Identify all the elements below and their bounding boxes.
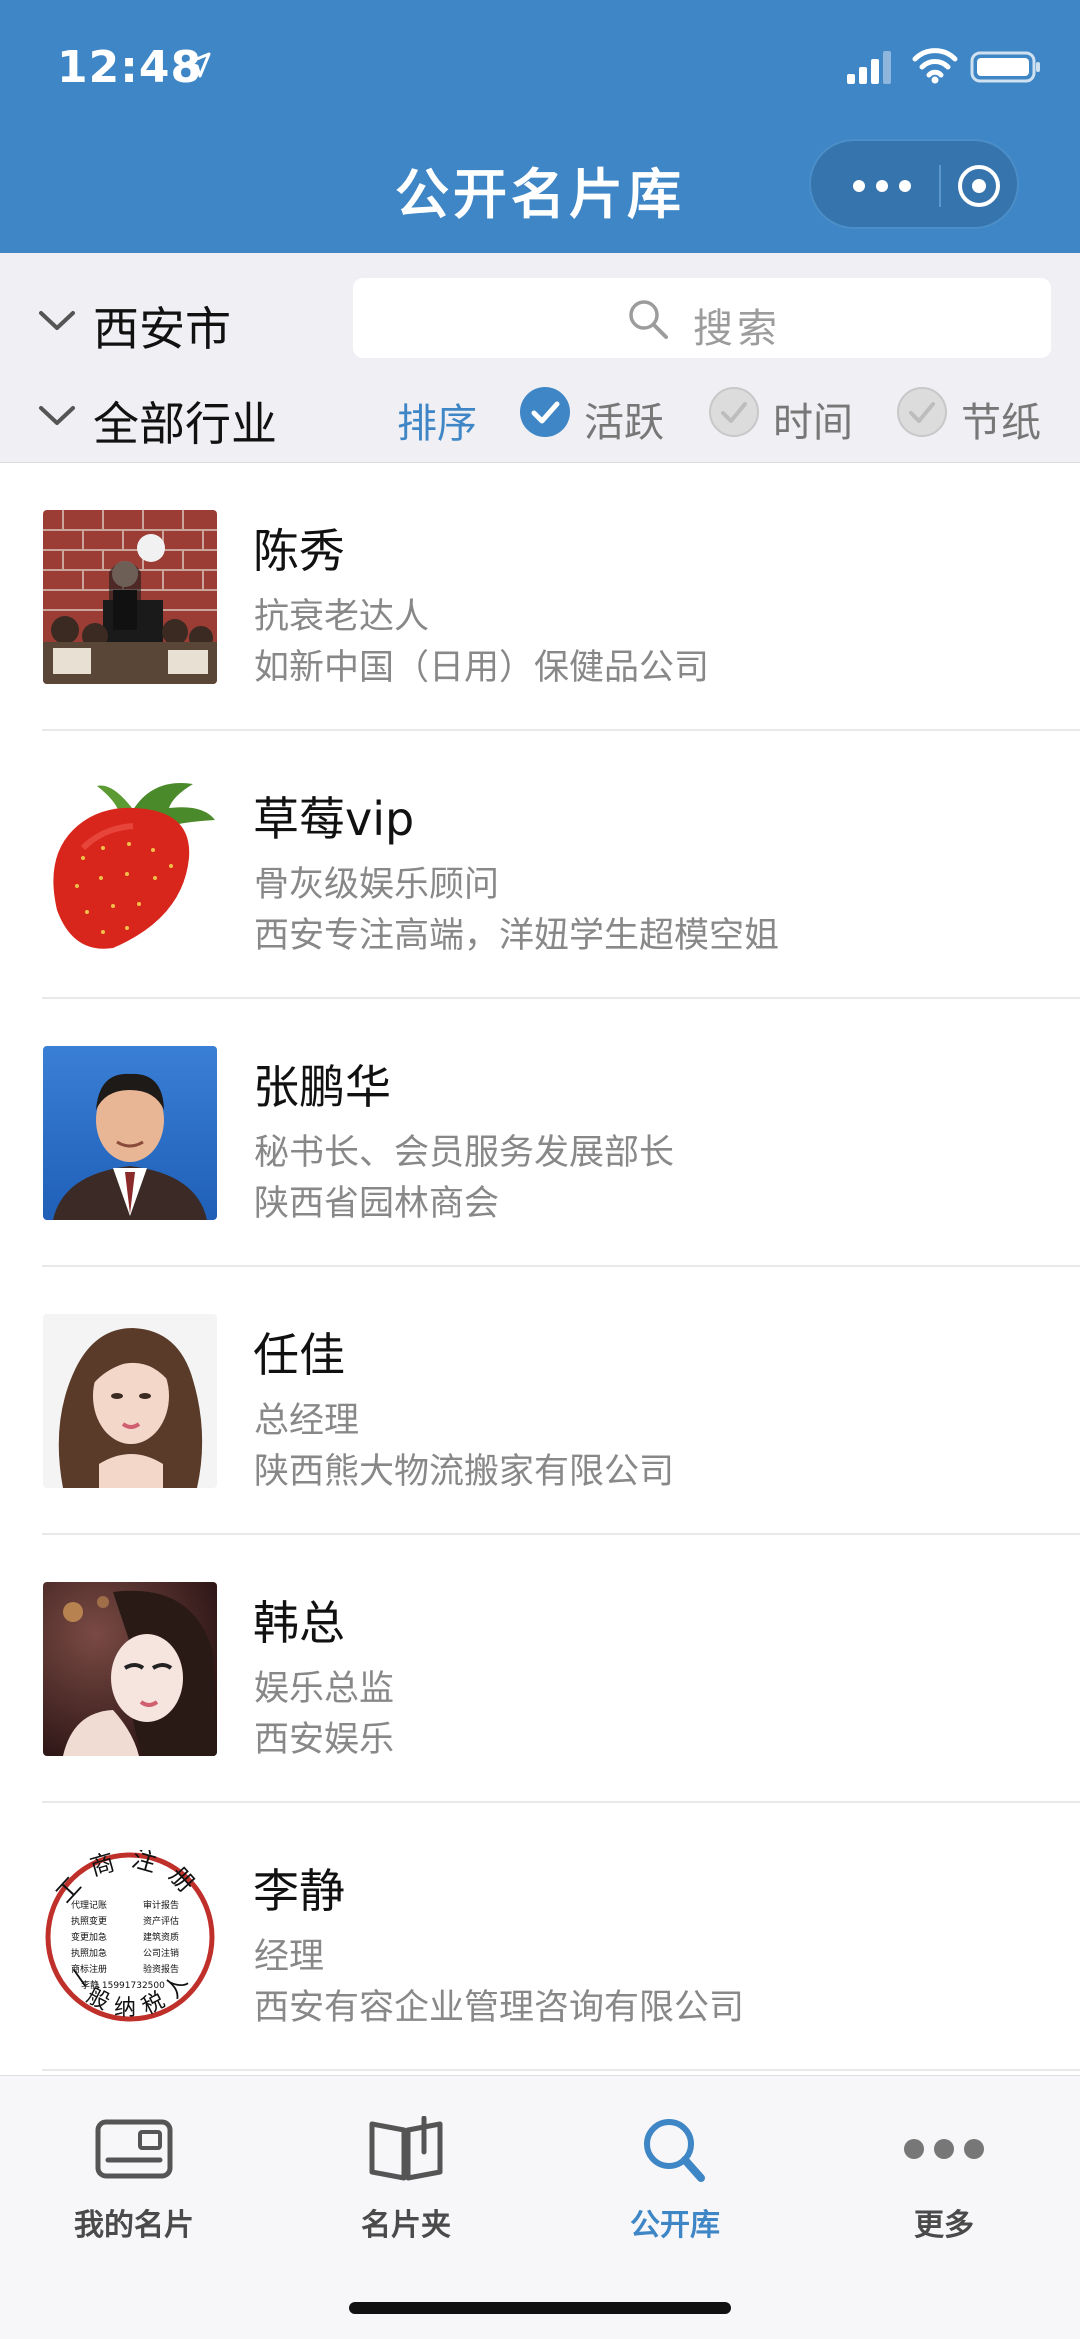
contact-name: 张鹏华 xyxy=(253,1060,391,1114)
avatar xyxy=(43,510,217,684)
check-icon xyxy=(520,387,570,437)
search-input[interactable]: 搜索 xyxy=(353,278,1051,358)
status-time: 12:48 xyxy=(57,42,203,93)
chevron-down-icon[interactable] xyxy=(38,309,76,333)
tab-label: 更多 xyxy=(914,2208,974,2243)
book-icon xyxy=(369,2116,443,2181)
contact-name: 草莓vip xyxy=(253,792,415,846)
city-selector[interactable]: 西安市 xyxy=(93,293,231,359)
contact-company: 陕西省园林商会 xyxy=(254,1184,500,1224)
tab-label: 公开库 xyxy=(630,2208,720,2243)
capsule-divider xyxy=(939,165,941,207)
contact-name: 任佳 xyxy=(253,1328,345,1382)
svg-text:变更加急: 变更加急 xyxy=(71,1931,107,1943)
location-arrow-icon xyxy=(185,52,211,78)
check-icon xyxy=(709,387,759,437)
company-seal-image: 工商注册 一般纳税人 代理记账 审计报告 执照变更 资产评估 变更加急 建筑资质 执照… xyxy=(43,1850,217,2024)
tab-label: 我的名片 xyxy=(74,2208,194,2243)
svg-text:李静 15991732500: 李静 15991732500 xyxy=(81,1979,165,1991)
tab-public-library[interactable]: 公开库 xyxy=(565,2116,785,2276)
divider xyxy=(42,2069,1080,2071)
avatar: 工商注册 一般纳税人 代理记账 审计报告 执照变更 资产评估 变更加急 建筑资质 执照… xyxy=(43,1850,217,2024)
svg-text:建筑资质: 建筑资质 xyxy=(143,1931,179,1943)
check-icon xyxy=(897,387,947,437)
svg-text:验资报告: 验资报告 xyxy=(143,1963,179,1975)
contact-role: 秘书长、会员服务发展部长 xyxy=(254,1133,675,1173)
list-item[interactable]: 张鹏华 秘书长、会员服务发展部长 陕西省园林商会 xyxy=(0,999,1080,1267)
close-target-button[interactable] xyxy=(956,163,1002,209)
bottom-tab-bar: 我的名片 名片夹 公开库 更多 xyxy=(0,2075,1080,2339)
contact-company: 陕西熊大物流搬家有限公司 xyxy=(254,1452,675,1492)
avatar xyxy=(43,778,217,952)
contact-role: 经理 xyxy=(254,1937,325,1977)
contact-role: 骨灰级娱乐顾问 xyxy=(254,865,500,905)
industry-selector[interactable]: 全部行业 xyxy=(93,388,277,454)
card-icon xyxy=(95,2119,173,2179)
sort-label: 排序 xyxy=(397,401,477,447)
more-icon xyxy=(904,2139,984,2159)
sort-option-label: 时间 xyxy=(773,400,853,446)
list-item[interactable]: 任佳 总经理 陕西熊大物流搬家有限公司 xyxy=(0,1267,1080,1535)
list-item[interactable]: 韩总 娱乐总监 西安娱乐 xyxy=(0,1535,1080,1803)
wifi-icon xyxy=(912,48,958,84)
avatar xyxy=(43,1046,217,1220)
home-indicator xyxy=(349,2302,731,2314)
chevron-down-icon[interactable] xyxy=(38,404,76,428)
svg-text:审计报告: 审计报告 xyxy=(143,1899,179,1911)
filter-bar: 西安市 搜索 全部行业 排序 活跃 时间 节纸 xyxy=(0,253,1080,463)
svg-text:公司注销: 公司注销 xyxy=(143,1947,179,1959)
list-item[interactable]: 草莓vip 骨灰级娱乐顾问 西安专注高端，洋妞学生超模空姐 xyxy=(0,731,1080,999)
tab-card-folder[interactable]: 名片夹 xyxy=(296,2116,516,2276)
search-icon xyxy=(644,2119,705,2182)
list-item[interactable]: 工商注册 一般纳税人 代理记账 审计报告 执照变更 资产评估 变更加急 建筑资质 执照… xyxy=(0,1803,1080,2071)
contact-role: 总经理 xyxy=(254,1401,360,1441)
tab-label: 名片夹 xyxy=(361,2208,451,2243)
sort-option-label: 活跃 xyxy=(584,400,664,446)
contact-company: 西安有容企业管理咨询有限公司 xyxy=(254,1988,745,2028)
svg-text:商标注册: 商标注册 xyxy=(71,1963,107,1975)
contact-role: 娱乐总监 xyxy=(254,1669,395,1709)
avatar xyxy=(43,1582,217,1756)
search-icon xyxy=(629,300,668,339)
svg-text:执照变更: 执照变更 xyxy=(71,1915,107,1927)
svg-text:资产评估: 资产评估 xyxy=(143,1915,179,1927)
contact-role: 抗衰老达人 xyxy=(254,597,430,637)
contact-company: 西安专注高端，洋妞学生超模空姐 xyxy=(254,916,780,956)
contact-company: 如新中国（日用）保健品公司 xyxy=(254,648,710,688)
tab-more[interactable]: 更多 xyxy=(834,2116,1054,2276)
contact-name: 李静 xyxy=(253,1864,345,1918)
nav-header: 12:48 公开名片库 xyxy=(0,0,1080,253)
search-placeholder: 搜索 xyxy=(693,306,781,352)
list-item[interactable]: 陈秀 抗衰老达人 如新中国（日用）保健品公司 xyxy=(0,463,1080,731)
svg-text:代理记账: 代理记账 xyxy=(71,1900,107,1911)
mini-program-capsule xyxy=(809,139,1019,229)
signal-icon xyxy=(847,51,891,84)
contact-list: 陈秀 抗衰老达人 如新中国（日用）保健品公司 草莓vip 骨灰级娱乐顾问 西安专… xyxy=(0,463,1080,2071)
contact-company: 西安娱乐 xyxy=(254,1720,395,1760)
more-menu-button[interactable] xyxy=(847,171,917,201)
svg-text:执照加急: 执照加急 xyxy=(71,1947,107,1959)
contact-name: 陈秀 xyxy=(253,524,345,578)
contact-name: 韩总 xyxy=(253,1596,345,1650)
battery-icon xyxy=(970,51,1040,83)
sort-option-label: 节纸 xyxy=(961,400,1041,446)
avatar xyxy=(43,1314,217,1488)
tab-my-card[interactable]: 我的名片 xyxy=(24,2116,244,2276)
